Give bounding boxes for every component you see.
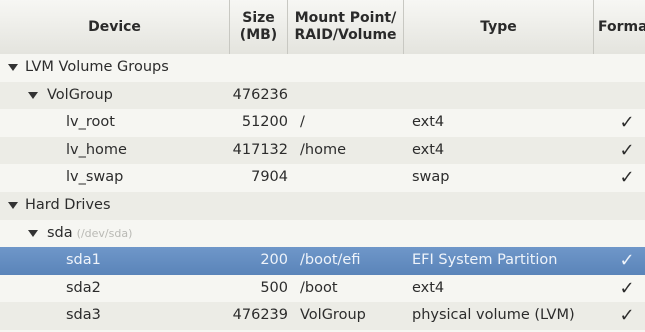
device-name-text: sda bbox=[47, 224, 73, 241]
type-value: EFI System Partition bbox=[412, 252, 558, 269]
mount-point-value: /boot bbox=[300, 279, 338, 296]
expander-arrow-icon[interactable] bbox=[28, 91, 38, 99]
format-check-icon[interactable]: ✓ bbox=[612, 109, 642, 137]
device-name: Hard Drives bbox=[25, 192, 111, 220]
mount-point-value: /boot/efi bbox=[300, 252, 361, 269]
device-name-text: LVM Volume Groups bbox=[25, 59, 169, 75]
device-name: lv_home bbox=[66, 137, 127, 165]
expander-arrow-icon[interactable] bbox=[8, 64, 18, 71]
device-name: VolGroup bbox=[47, 82, 113, 110]
format-check-icon[interactable]: ✓ bbox=[612, 302, 642, 330]
format-check-icon[interactable] bbox=[612, 82, 642, 110]
mount-point-value: /home bbox=[300, 141, 346, 158]
mount-point-value: VolGroup bbox=[300, 307, 366, 324]
device-name: LVM Volume Groups bbox=[25, 54, 169, 82]
device-name-text: VolGroup bbox=[47, 86, 113, 103]
expander-arrow-icon[interactable] bbox=[28, 229, 38, 237]
table-row[interactable]: sda1 200/boot/efi EFI System Partition ✓ bbox=[0, 247, 645, 275]
table-row[interactable]: sda3 476239 VolGroup physical volume (LVM) ✓ bbox=[0, 302, 645, 330]
device-name-text: sda1 bbox=[66, 252, 101, 269]
device-name-text: Hard Drives bbox=[25, 196, 111, 213]
type-value: ext4 bbox=[412, 114, 445, 131]
device-name: sda (/dev/sda) bbox=[47, 220, 132, 248]
size-value bbox=[230, 192, 288, 220]
table-row[interactable]: lv_root 51200 / ext4 ✓ bbox=[0, 109, 645, 137]
mount-point-value: / bbox=[300, 114, 305, 131]
size-value: 417132 bbox=[232, 141, 288, 158]
device-name: sda2 bbox=[66, 275, 101, 303]
device-name: sda1 bbox=[66, 247, 101, 275]
column-header-mount-point[interactable]: Mount Point/ RAID/Volume bbox=[288, 0, 404, 54]
size-value: 500 bbox=[260, 279, 288, 296]
column-header-type[interactable]: Type bbox=[404, 0, 594, 54]
type-value: physical volume (LVM) bbox=[412, 307, 575, 324]
format-check-icon[interactable]: ✓ bbox=[612, 164, 642, 192]
table-row[interactable]: lv_swap 7904 swap ✓ bbox=[0, 164, 645, 192]
partition-table: Device Size (MB) Mount Point/ RAID/Volum… bbox=[0, 0, 645, 332]
type-value: swap bbox=[412, 169, 450, 186]
format-check-icon[interactable]: ✓ bbox=[612, 275, 642, 303]
format-check-icon[interactable] bbox=[612, 220, 642, 248]
size-value: 476236 bbox=[232, 86, 288, 103]
size-value: 476239 bbox=[232, 307, 288, 324]
size-value: 200 bbox=[260, 252, 288, 269]
format-check-icon[interactable]: ✓ bbox=[612, 137, 642, 165]
size-value: 51200 bbox=[241, 114, 288, 131]
table-row[interactable]: sda (/dev/sda) bbox=[0, 219, 645, 248]
format-check-icon[interactable]: ✓ bbox=[612, 247, 642, 275]
column-header-device[interactable]: Device bbox=[0, 0, 230, 54]
format-check-icon[interactable] bbox=[612, 192, 642, 220]
size-value bbox=[230, 54, 288, 82]
column-header-format[interactable]: Format bbox=[594, 0, 645, 54]
size-value: 7904 bbox=[251, 169, 288, 186]
format-check-icon[interactable] bbox=[612, 54, 642, 82]
table-row[interactable]: LVM Volume Groups bbox=[0, 54, 645, 82]
table-row[interactable]: lv_home 417132/home ext4 ✓ bbox=[0, 136, 645, 165]
size-value bbox=[230, 220, 288, 248]
expander-arrow-icon[interactable] bbox=[8, 201, 18, 209]
device-name-text: lv_root bbox=[66, 114, 115, 131]
table-row[interactable]: VolGroup 476236 bbox=[0, 81, 645, 110]
device-name: sda3 bbox=[66, 302, 101, 330]
device-name-text: lv_swap bbox=[66, 169, 124, 186]
table-header: Device Size (MB) Mount Point/ RAID/Volum… bbox=[0, 0, 645, 55]
device-name: lv_swap bbox=[66, 164, 123, 192]
table-row[interactable]: sda2 500/boot ext4 ✓ bbox=[0, 274, 645, 303]
column-header-size[interactable]: Size (MB) bbox=[230, 0, 288, 54]
device-name: lv_root bbox=[66, 109, 115, 137]
device-name-text: sda2 bbox=[66, 279, 101, 296]
table-body: LVM Volume Groups VolGroup 476236 lv_root 51… bbox=[0, 54, 645, 330]
table-row[interactable]: Hard Drives bbox=[0, 191, 645, 220]
device-name-text: lv_home bbox=[66, 141, 127, 158]
device-name-text: sda3 bbox=[66, 307, 101, 324]
type-value: ext4 bbox=[412, 141, 445, 158]
device-path: (/dev/sda) bbox=[76, 226, 133, 240]
type-value: ext4 bbox=[412, 279, 445, 296]
